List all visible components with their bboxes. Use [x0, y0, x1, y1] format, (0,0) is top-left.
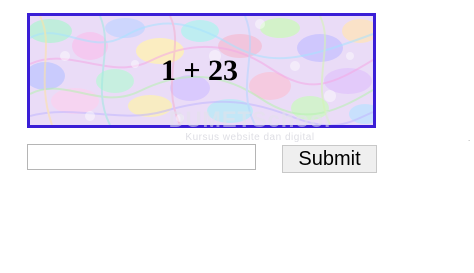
captcha-answer-input[interactable]	[27, 144, 256, 170]
captcha-image: 1 + 23	[27, 13, 376, 128]
submit-button[interactable]: Submit	[282, 145, 377, 173]
edge-mark: .	[468, 134, 471, 143]
captcha-expression: 1 + 23	[160, 54, 239, 87]
captcha-form: 1 + 23 DUMETSchool Kursus website dan di…	[0, 0, 474, 273]
watermark-subtitle: Kursus website dan digital	[185, 132, 315, 143]
